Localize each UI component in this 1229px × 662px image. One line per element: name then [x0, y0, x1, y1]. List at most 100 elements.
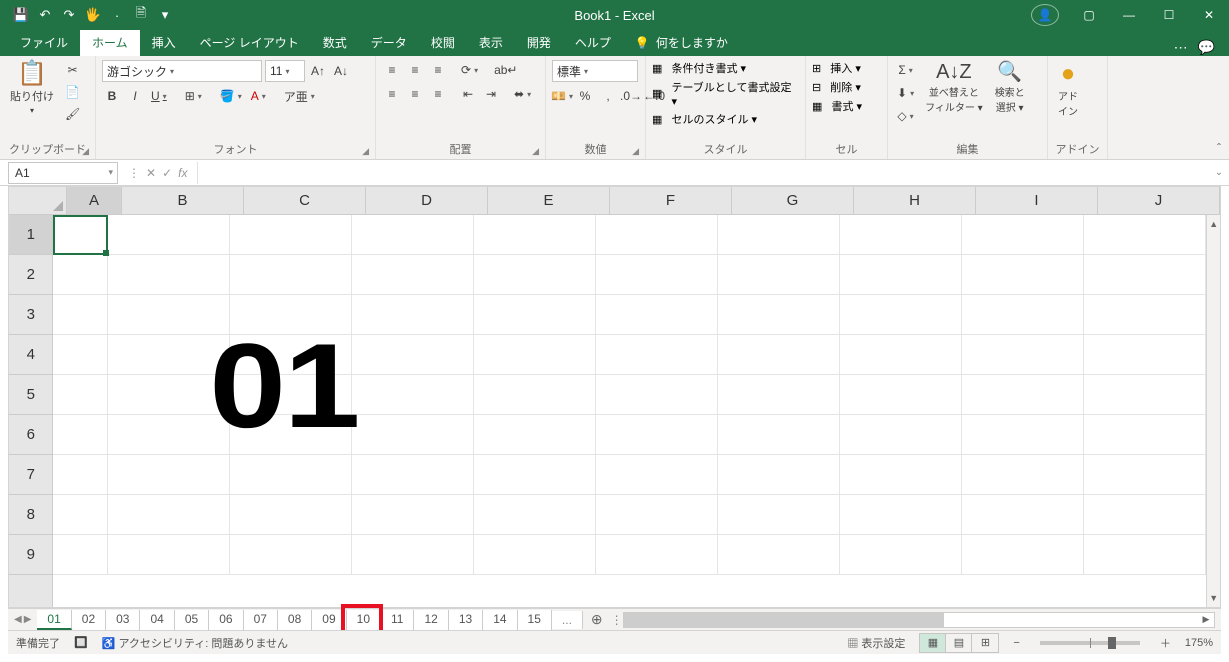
- find-select-button[interactable]: 🔍 検索と 選択 ▾: [991, 60, 1029, 116]
- cell[interactable]: [962, 495, 1084, 534]
- align-right-icon[interactable]: ≡: [428, 84, 448, 104]
- cell[interactable]: [53, 535, 108, 574]
- increase-font-icon[interactable]: A↑: [308, 61, 328, 81]
- format-as-table-button[interactable]: ▦ テーブルとして書式設定 ▾: [652, 79, 799, 108]
- cell[interactable]: [596, 295, 718, 334]
- sheet-tab-01[interactable]: 01: [37, 610, 71, 630]
- decrease-font-icon[interactable]: A↓: [331, 61, 351, 81]
- zoom-in-button[interactable]: ＋: [1160, 635, 1171, 651]
- ribbon-options-icon[interactable]: ▢: [1069, 0, 1109, 30]
- column-header-B[interactable]: B: [122, 187, 244, 214]
- cell[interactable]: [352, 455, 474, 494]
- sheet-tab-15[interactable]: 15: [518, 610, 552, 630]
- orientation-icon[interactable]: ⟳: [458, 60, 481, 80]
- scroll-right-icon[interactable]: ▶: [1198, 613, 1214, 627]
- fill-color-icon[interactable]: 🪣: [217, 86, 245, 106]
- tab-formulas[interactable]: 数式: [311, 29, 359, 56]
- cell[interactable]: [1084, 375, 1206, 414]
- cell[interactable]: [230, 215, 352, 254]
- sheet-tab-03[interactable]: 03: [106, 610, 140, 630]
- cell[interactable]: [108, 455, 230, 494]
- cell[interactable]: [962, 255, 1084, 294]
- row-header-1[interactable]: 1: [9, 215, 52, 255]
- tab-view[interactable]: 表示: [467, 29, 515, 56]
- sheet-tab-04[interactable]: 04: [140, 610, 174, 630]
- cell[interactable]: [718, 215, 840, 254]
- cell[interactable]: [230, 535, 352, 574]
- cell[interactable]: [962, 415, 1084, 454]
- column-header-E[interactable]: E: [488, 187, 610, 214]
- sheet-tab-13[interactable]: 13: [449, 610, 483, 630]
- cell[interactable]: [474, 455, 596, 494]
- cell[interactable]: [840, 455, 962, 494]
- increase-indent-icon[interactable]: ⇥: [481, 84, 501, 104]
- font-name-combo[interactable]: 游ゴシック: [102, 60, 262, 82]
- tab-scroll-right-icon[interactable]: ▶: [24, 614, 32, 625]
- cancel-formula-icon[interactable]: ✕: [146, 166, 156, 180]
- tab-scroll-left-icon[interactable]: ◀: [14, 614, 22, 625]
- comments-icon[interactable]: 💬: [1198, 39, 1215, 56]
- align-middle-icon[interactable]: ≡: [405, 60, 425, 80]
- cell[interactable]: [840, 375, 962, 414]
- column-header-I[interactable]: I: [976, 187, 1098, 214]
- accessibility-status[interactable]: ♿ アクセシビリティ: 問題ありません: [102, 635, 288, 651]
- sheet-tab-12[interactable]: 12: [414, 610, 448, 630]
- delete-cells-button[interactable]: ⊟ 削除 ▾: [812, 79, 862, 95]
- cell[interactable]: [474, 415, 596, 454]
- align-bottom-icon[interactable]: ≡: [428, 60, 448, 80]
- cell[interactable]: [230, 255, 352, 294]
- italic-button[interactable]: I: [125, 86, 145, 106]
- scroll-thumb[interactable]: [624, 613, 944, 627]
- column-header-D[interactable]: D: [366, 187, 488, 214]
- cell[interactable]: [962, 535, 1084, 574]
- row-header-4[interactable]: 4: [9, 335, 52, 375]
- cell[interactable]: [718, 495, 840, 534]
- horizontal-scrollbar[interactable]: ◀ ▶: [623, 612, 1215, 628]
- cell[interactable]: [840, 495, 962, 534]
- new-sheet-button[interactable]: ⊕: [583, 611, 611, 628]
- row-header-9[interactable]: 9: [9, 535, 52, 575]
- display-settings-button[interactable]: ▦ 表示設定: [847, 635, 905, 651]
- cell[interactable]: [840, 255, 962, 294]
- cell[interactable]: [1084, 535, 1206, 574]
- tab-insert[interactable]: 挿入: [140, 29, 188, 56]
- column-header-F[interactable]: F: [610, 187, 732, 214]
- cell[interactable]: [840, 535, 962, 574]
- cell[interactable]: [474, 295, 596, 334]
- cell[interactable]: [596, 215, 718, 254]
- sheet-tab-02[interactable]: 02: [72, 610, 106, 630]
- column-header-H[interactable]: H: [854, 187, 976, 214]
- bold-button[interactable]: B: [102, 86, 122, 106]
- cell[interactable]: [108, 535, 230, 574]
- page-layout-view-icon[interactable]: ▤: [946, 634, 972, 652]
- cell[interactable]: [962, 295, 1084, 334]
- cell[interactable]: [1084, 335, 1206, 374]
- share-icon[interactable]: ⋯: [1174, 39, 1188, 56]
- underline-button[interactable]: U: [148, 86, 170, 106]
- cell[interactable]: [352, 295, 474, 334]
- tab-page-layout[interactable]: ページ レイアウト: [188, 29, 311, 56]
- macro-record-icon[interactable]: 🔲: [74, 636, 88, 649]
- cell[interactable]: [596, 535, 718, 574]
- account-icon[interactable]: 👤: [1031, 4, 1059, 26]
- cell[interactable]: [352, 535, 474, 574]
- tab-help[interactable]: ヘルプ: [563, 29, 623, 56]
- font-size-combo[interactable]: 11: [265, 60, 305, 82]
- borders-icon[interactable]: ⊞: [182, 86, 205, 106]
- sheet-tab-11[interactable]: 11: [381, 610, 414, 630]
- tab-data[interactable]: データ: [359, 29, 419, 56]
- comma-icon[interactable]: ,: [598, 86, 618, 106]
- sheet-tab-07[interactable]: 07: [244, 610, 278, 630]
- page-break-view-icon[interactable]: ⊞: [972, 634, 998, 652]
- tell-me[interactable]: 💡何をしますか: [623, 29, 740, 56]
- fill-icon[interactable]: ⬇: [894, 83, 917, 103]
- cell[interactable]: [840, 335, 962, 374]
- cell[interactable]: [1084, 495, 1206, 534]
- formula-input[interactable]: [197, 162, 1209, 184]
- cell[interactable]: [108, 495, 230, 534]
- dialog-launcher-icon[interactable]: ◢: [632, 146, 639, 157]
- cell[interactable]: [53, 215, 108, 254]
- enter-formula-icon[interactable]: ✓: [162, 166, 172, 180]
- expand-formula-bar-icon[interactable]: ⌄: [1209, 167, 1229, 178]
- merge-center-icon[interactable]: ⬌: [511, 84, 534, 104]
